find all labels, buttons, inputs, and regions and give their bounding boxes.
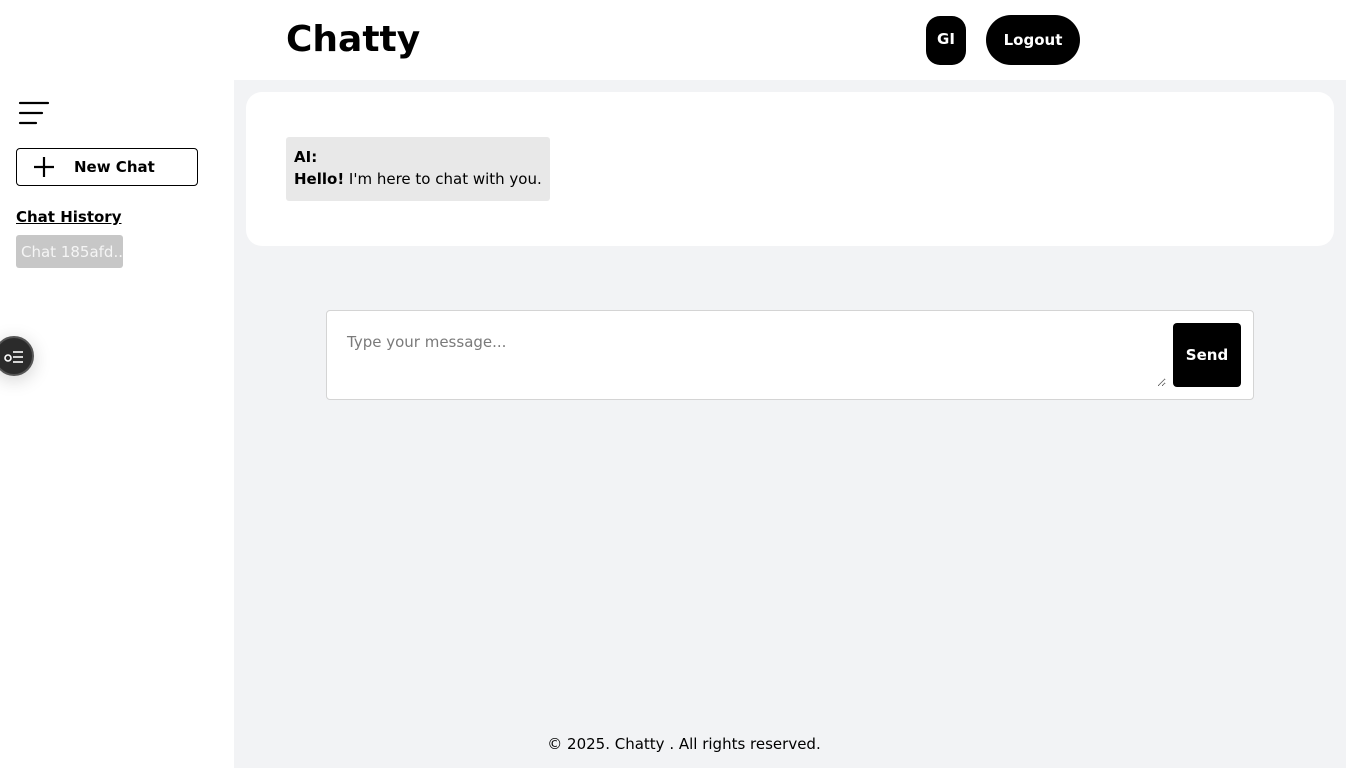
hamburger-menu-icon-svg — [18, 101, 50, 125]
logout-button[interactable]: Logout — [986, 15, 1080, 65]
hamburger-menu-icon[interactable] — [18, 100, 50, 126]
message-greeting: Hello! — [294, 170, 345, 188]
settings-list-icon-svg — [4, 351, 23, 363]
footer-copyright: © 2025. Chatty . All rights reserved. — [547, 735, 821, 753]
chat-messages-panel: AI: Hello! I'm here to chat with you. — [246, 92, 1334, 246]
app-header: Chatty GI Logout — [0, 0, 1346, 80]
new-chat-label: New Chat — [74, 158, 155, 176]
chat-history-item[interactable]: Chat 185afd... — [16, 235, 123, 268]
user-avatar[interactable]: GI — [926, 16, 966, 65]
scrollbar-track[interactable] — [1346, 0, 1366, 768]
send-button[interactable]: Send — [1173, 323, 1241, 387]
chat-history-title: Chat History — [16, 208, 122, 226]
ai-message: AI: Hello! I'm here to chat with you. — [286, 137, 550, 201]
message-text: I'm here to chat with you. — [344, 170, 542, 188]
plus-icon — [34, 157, 54, 177]
new-chat-button[interactable]: New Chat — [16, 148, 198, 186]
sidebar: New Chat Chat History Chat 185afd... — [0, 80, 234, 768]
main-chat-area: AI: Hello! I'm here to chat with you. Se… — [234, 80, 1346, 768]
app-title: Chatty — [286, 19, 421, 60]
message-input[interactable] — [337, 323, 1166, 387]
message-sender: AI: — [294, 148, 318, 166]
message-composer: Send — [326, 310, 1254, 400]
